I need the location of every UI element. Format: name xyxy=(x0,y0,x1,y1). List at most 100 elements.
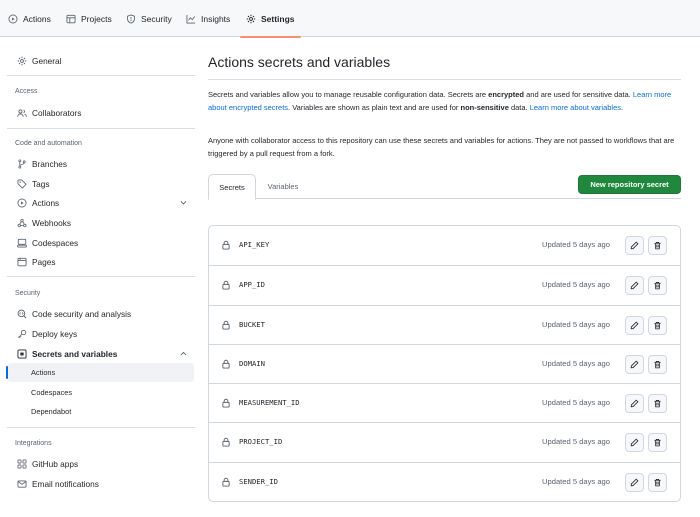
desc-text: Secrets and variables allow you to manag… xyxy=(208,90,489,99)
sidebar-subitem-dependabot[interactable]: Dependabot xyxy=(7,402,194,421)
sidebar-item-label: Collaborators xyxy=(32,107,82,118)
tab-secrets[interactable]: Secrets xyxy=(208,174,256,200)
sidebar-item-label: Tags xyxy=(32,178,50,189)
secret-updated: Updated 5 days ago xyxy=(542,437,610,447)
new-repository-secret-button[interactable]: New repository secret xyxy=(578,175,681,194)
table-icon xyxy=(66,14,76,23)
sidebar-subitem-codespaces[interactable]: Codespaces xyxy=(7,383,194,402)
pencil-icon xyxy=(630,241,639,250)
lock-icon xyxy=(222,240,230,250)
sidebar-item-github-apps[interactable]: GitHub apps xyxy=(7,454,194,473)
sidebar-item-codespaces[interactable]: Codespaces xyxy=(7,233,194,252)
sidebar-subitem-label: Codespaces xyxy=(31,388,73,397)
description-paragraph: Secrets and variables allow you to manag… xyxy=(208,89,681,114)
secret-name: PROJECT_ID xyxy=(239,437,283,447)
sidebar-item-email-notifications[interactable]: Email notifications xyxy=(7,474,194,493)
sidebar-item-tags[interactable]: Tags xyxy=(7,174,194,193)
mail-icon xyxy=(17,479,27,488)
tab-settings[interactable]: Settings xyxy=(240,0,301,38)
divider xyxy=(7,276,195,277)
sidebar-item-label: Deploy keys xyxy=(32,328,78,339)
gear-icon xyxy=(246,14,256,23)
pencil-icon xyxy=(630,439,639,447)
edit-secret-button[interactable] xyxy=(625,276,644,296)
shield-icon xyxy=(127,13,135,24)
sidebar-item-deploy-keys[interactable]: Deploy keys xyxy=(7,324,194,343)
secret-name: APP_ID xyxy=(239,280,265,290)
apps-icon xyxy=(17,459,27,468)
tab-security[interactable]: Security xyxy=(126,0,172,37)
delete-secret-button[interactable] xyxy=(648,433,667,453)
desc-text: . Variables are shown as plain text and … xyxy=(288,102,461,112)
trash-icon xyxy=(654,321,661,329)
secret-row: SENDER_ID Updated 5 days ago xyxy=(209,461,680,501)
sidebar-item-pages[interactable]: Pages xyxy=(7,252,194,271)
desc-emphasis: encrypted xyxy=(488,90,525,99)
tab-actions[interactable]: Actions xyxy=(8,0,51,37)
delete-secret-button[interactable] xyxy=(648,315,667,335)
play-icon xyxy=(8,14,18,23)
edit-secret-button[interactable] xyxy=(625,315,644,335)
collaborator-note: Anyone with collaborator access to this … xyxy=(208,136,675,158)
section-header-access: Access xyxy=(15,88,38,95)
secret-row: APP_ID Updated 5 days ago xyxy=(209,265,680,304)
tab-insights[interactable]: Insights xyxy=(186,0,230,37)
sidebar-item-general[interactable]: General xyxy=(7,51,194,70)
delete-secret-button[interactable] xyxy=(648,276,667,296)
codespaces-icon xyxy=(17,238,27,247)
lock-icon xyxy=(222,438,230,448)
asterisk-box-icon xyxy=(17,349,27,358)
sidebar-item-label: Actions xyxy=(32,197,60,208)
graph-icon xyxy=(186,14,196,23)
sidebar-item-actions[interactable]: Actions xyxy=(7,193,194,212)
pencil-icon xyxy=(630,478,639,487)
sidebar-item-branches[interactable]: Branches xyxy=(7,154,194,173)
pencil-icon xyxy=(630,321,639,329)
sidebar-item-label: General xyxy=(32,55,62,66)
trash-icon xyxy=(654,478,661,487)
divider xyxy=(7,128,195,129)
tab-label: Security xyxy=(141,13,172,24)
secret-updated: Updated 5 days ago xyxy=(542,476,610,486)
codescan-icon xyxy=(17,309,27,318)
secret-name: API_KEY xyxy=(239,240,270,249)
edit-secret-button[interactable] xyxy=(625,394,644,414)
sidebar-subitem-actions[interactable]: Actions xyxy=(6,363,194,382)
pencil-icon xyxy=(630,360,639,369)
chevron-up-icon[interactable] xyxy=(179,349,188,358)
tab-label: Actions xyxy=(23,13,51,24)
edit-secret-button[interactable] xyxy=(625,472,644,492)
play-icon xyxy=(17,198,27,207)
secret-updated: Updated 5 days ago xyxy=(542,280,610,290)
tab-label: Insights xyxy=(201,13,231,24)
sidebar-item-collaborators[interactable]: Collaborators xyxy=(7,103,194,122)
people-icon xyxy=(17,108,27,117)
sidebar-item-secrets-variables[interactable]: Secrets and variables xyxy=(7,344,194,363)
tab-variables[interactable]: Variables xyxy=(259,174,307,199)
delete-secret-button[interactable] xyxy=(648,472,667,492)
delete-secret-button[interactable] xyxy=(648,394,667,414)
edit-secret-button[interactable] xyxy=(625,354,644,374)
tab-label: Projects xyxy=(81,13,112,24)
trash-icon xyxy=(654,400,661,408)
sidebar-item-code-security[interactable]: Code security and analysis xyxy=(7,304,194,323)
desc-text: and are used for sensitive data. xyxy=(524,90,633,99)
page-title: Actions secrets and variables xyxy=(208,54,391,70)
tab-projects[interactable]: Projects xyxy=(66,0,112,37)
secret-name: SENDER_ID xyxy=(239,476,278,486)
variables-link[interactable]: Learn more about variables xyxy=(530,103,621,112)
edit-secret-button[interactable] xyxy=(625,433,644,453)
sidebar-item-label: Secrets and variables xyxy=(32,348,118,359)
sidebar-item-label: Pages xyxy=(32,256,56,267)
chevron-down-icon[interactable] xyxy=(179,198,188,207)
pencil-icon xyxy=(630,282,639,290)
edit-secret-button[interactable] xyxy=(625,236,644,255)
secret-row: DOMAIN Updated 5 days ago xyxy=(209,343,680,383)
secret-row: PROJECT_ID Updated 5 days ago xyxy=(209,422,680,461)
trash-icon xyxy=(654,439,661,447)
secret-updated: Updated 5 days ago xyxy=(542,319,610,329)
delete-secret-button[interactable] xyxy=(648,236,667,255)
sidebar-item-webhooks[interactable]: Webhooks xyxy=(7,213,194,232)
repo-nav: Actions Projects Security Insights Setti… xyxy=(0,0,700,38)
delete-secret-button[interactable] xyxy=(648,354,667,374)
